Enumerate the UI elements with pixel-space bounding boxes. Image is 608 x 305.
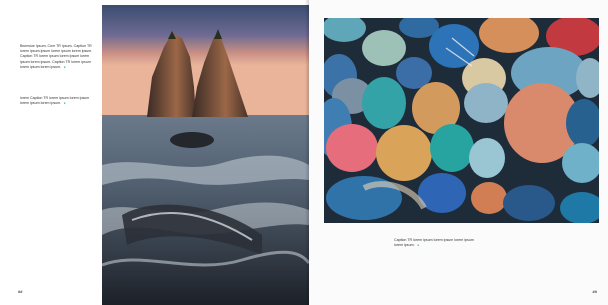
sea-stacks-photo	[102, 5, 309, 305]
caption-left-top-text: Bwrrwiue Ipsum, Cwrr TR Ipsum. Caption T…	[20, 44, 93, 69]
caption-arrow-icon: ▸	[417, 243, 420, 248]
caption-right: Caption TR lorem ipsum lorem ipsum lorem…	[394, 238, 474, 248]
folio-left: ##	[18, 289, 23, 294]
caption-left-bottom-text: lorem Caption TR lorem ipsum lorem ipsum…	[20, 96, 90, 106]
caption-arrow-icon: ▸	[64, 101, 66, 106]
caption-left-top: Bwrrwiue Ipsum, Cwrr TR Ipsum. Caption T…	[20, 44, 96, 70]
colored-pebbles-photo	[324, 18, 599, 223]
left-page: Bwrrwiue Ipsum, Cwrr TR Ipsum. Caption T…	[0, 0, 309, 305]
caption-left-bottom: lorem Caption TR lorem ipsum lorem ipsum…	[20, 96, 96, 106]
folio-right: ##	[592, 289, 597, 294]
book-spread: Bwrrwiue Ipsum, Cwrr TR Ipsum. Caption T…	[0, 0, 608, 305]
caption-right-text: Caption TR lorem ipsum lorem ipsum lorem…	[394, 238, 474, 248]
caption-arrow-icon: ▸	[64, 64, 66, 69]
